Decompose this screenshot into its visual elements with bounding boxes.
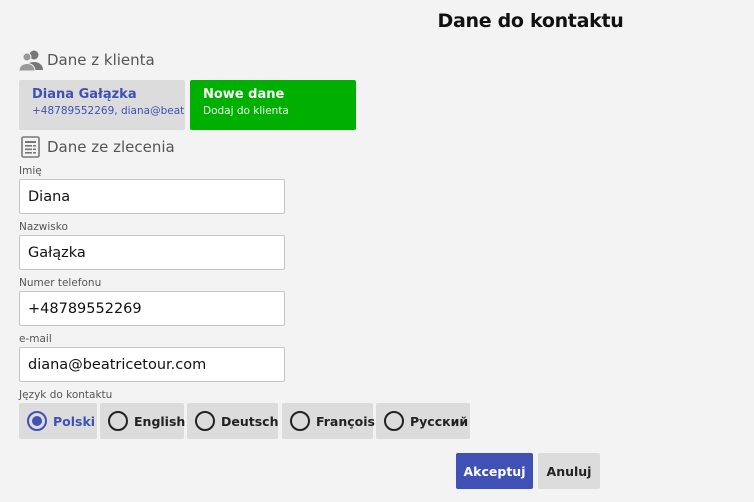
cancel-button[interactable]: Anuluj — [538, 453, 600, 489]
existing-client-card[interactable]: Diana Gałązka +48789552269, diana@beatri… — [19, 80, 185, 130]
radio-checked-icon — [27, 411, 47, 431]
language-option-francois[interactable]: Françоis — [282, 403, 375, 439]
radio-unchecked-icon — [384, 411, 404, 431]
client-contact-info: +48789552269, diana@beatricetour.com — [32, 105, 185, 117]
first-name-label: Imię — [19, 165, 42, 177]
language-option-label: Polski — [53, 413, 96, 429]
language-option-polski[interactable]: Polski — [19, 403, 97, 439]
email-input[interactable] — [19, 347, 285, 382]
accept-button[interactable]: Akceptuj — [456, 453, 533, 489]
new-data-subtitle: Dodaj do klienta — [203, 105, 289, 117]
first-name-input[interactable] — [19, 179, 285, 214]
language-option-deutsch[interactable]: Deutsch — [187, 403, 278, 439]
language-option-russian[interactable]: Русский — [376, 403, 470, 439]
last-name-input[interactable] — [19, 235, 285, 270]
language-option-label: Françоis — [316, 413, 375, 429]
new-data-card[interactable]: Nowe dane Dodaj do klienta — [190, 80, 356, 130]
client-section-heading: Dane z klienta — [19, 47, 155, 73]
phone-input[interactable] — [19, 291, 285, 326]
new-data-title: Nowe dane — [203, 87, 285, 102]
order-section-heading: Dane ze zlecenia — [19, 134, 175, 160]
language-option-label: English — [134, 413, 186, 429]
client-section-title: Dane z klienta — [47, 51, 155, 69]
order-section-title: Dane ze zlecenia — [47, 138, 175, 156]
phone-label: Numer telefonu — [19, 277, 102, 289]
page-title: Dane do kontaktu — [437, 10, 624, 32]
language-option-english[interactable]: English — [100, 403, 186, 439]
client-name: Diana Gałązka — [32, 87, 137, 102]
users-icon — [19, 48, 43, 72]
receipt-icon — [19, 135, 43, 159]
language-option-label: Deutsch — [221, 413, 279, 429]
radio-unchecked-icon — [108, 411, 128, 431]
last-name-label: Nazwisko — [19, 221, 68, 233]
language-label: Język do kontaktu — [19, 389, 113, 401]
radio-unchecked-icon — [195, 411, 215, 431]
language-option-label: Русский — [410, 413, 469, 429]
radio-unchecked-icon — [290, 411, 310, 431]
email-label: e-mail — [19, 333, 52, 345]
